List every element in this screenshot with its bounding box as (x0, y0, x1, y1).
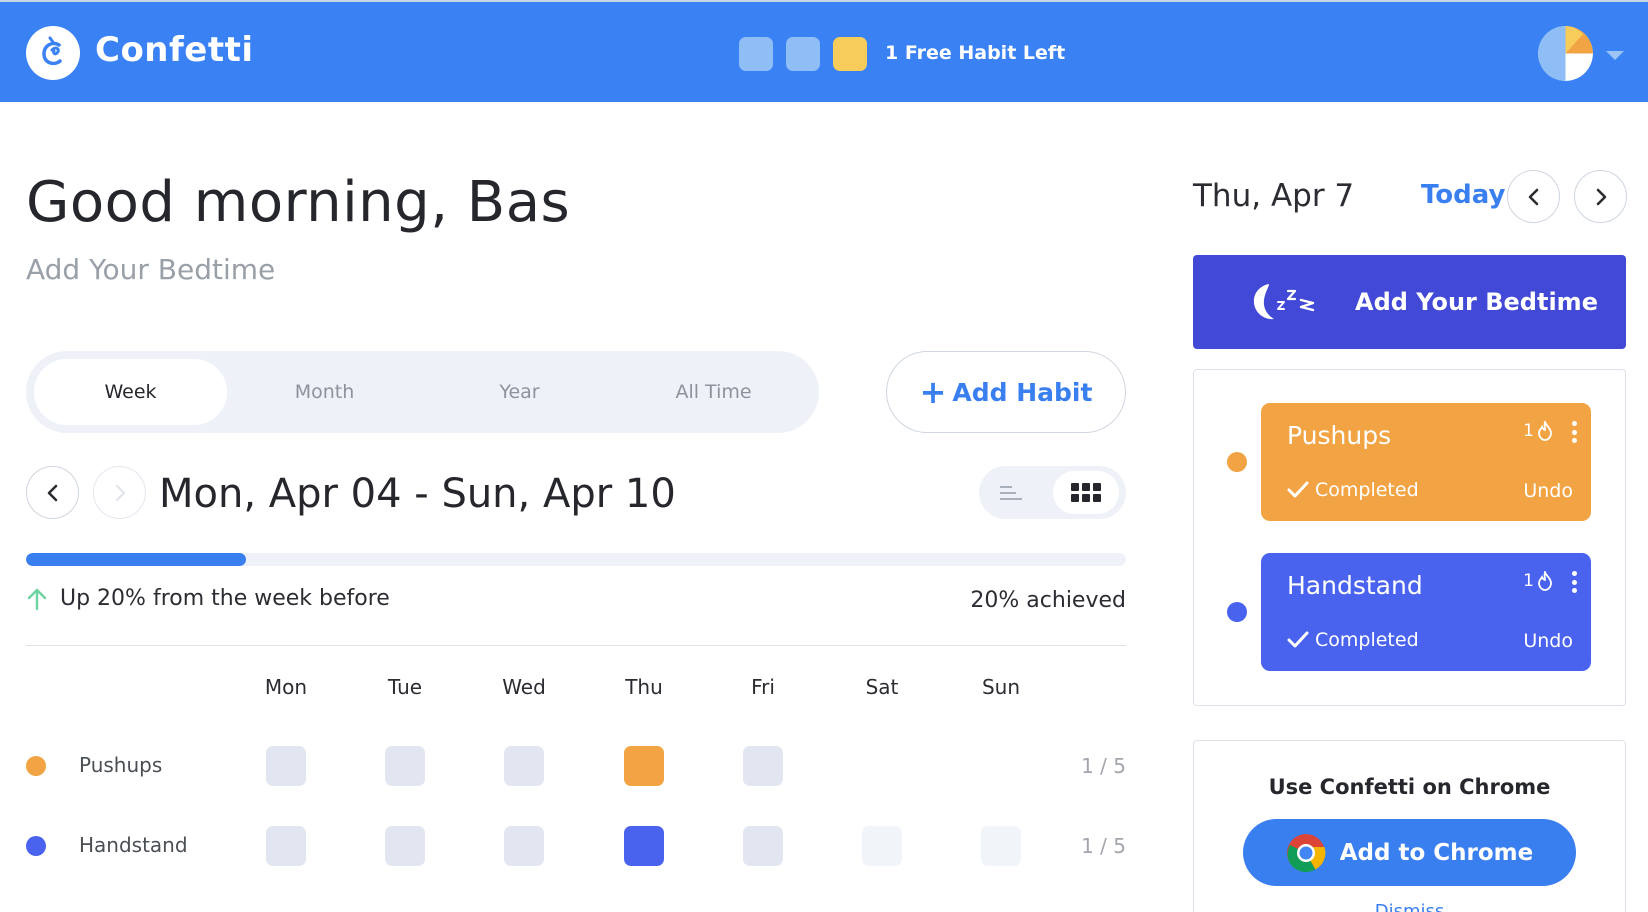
free-habits-remaining[interactable]: 1 Free Habit Left (885, 42, 1065, 64)
habit-card[interactable]: Handstand 1 Completed Undo (1261, 553, 1591, 671)
view-toggle (979, 466, 1126, 519)
habit-color-dot (1227, 602, 1247, 622)
plus-icon: + (919, 373, 947, 411)
today-habits-panel: Pushups 1 Completed Undo Handstand 1 Completed… (1193, 369, 1626, 706)
tab-month[interactable]: Month (228, 359, 421, 425)
streak-count: 1 (1523, 421, 1534, 441)
flame-icon (1538, 421, 1552, 441)
habit-color-dot (26, 756, 46, 776)
streak-count: 1 (1523, 571, 1534, 591)
habit-day-cell[interactable] (624, 826, 664, 866)
habit-color-dot (1227, 452, 1247, 472)
chrome-extension-promo: Use Confetti on Chrome Add to Chrome Dis… (1193, 740, 1626, 912)
brand-name[interactable]: Confetti (95, 30, 254, 70)
habit-day-cell[interactable] (504, 826, 544, 866)
status-label: Completed (1315, 479, 1419, 501)
chevron-right-icon (1596, 188, 1606, 205)
dismiss-link[interactable]: Dismiss (1194, 901, 1625, 912)
add-habit-label: Add Habit (952, 377, 1093, 407)
user-avatar-icon[interactable] (1538, 26, 1593, 81)
habit-slot-free (833, 37, 867, 71)
next-week-button[interactable] (93, 466, 146, 519)
period-tabs: Week Month Year All Time (26, 351, 819, 433)
day-header-tue: Tue (387, 675, 423, 699)
checkmark-icon (1287, 631, 1309, 648)
flame-icon (1538, 571, 1552, 591)
habit-day-cell[interactable] (624, 746, 664, 786)
habit-day-cell[interactable] (504, 746, 544, 786)
chevron-left-icon (47, 484, 57, 501)
habit-completion-count: 1 / 5 (1081, 834, 1126, 858)
weekly-progress-bar (26, 553, 1126, 566)
achieved-percentage: 20% achieved (970, 588, 1126, 613)
habit-day-cell[interactable] (385, 826, 425, 866)
habit-color-dot (26, 836, 46, 856)
habit-streak: 1 (1523, 571, 1553, 591)
day-header-fri: Fri (751, 675, 775, 699)
status-label: Completed (1315, 629, 1419, 651)
habit-completion-count: 1 / 5 (1081, 754, 1126, 778)
add-to-chrome-label: Add to Chrome (1339, 839, 1534, 866)
habit-status: Completed (1287, 629, 1419, 651)
habit-day-cell[interactable] (385, 746, 425, 786)
list-view-icon[interactable] (995, 478, 1025, 508)
habit-day-cell (981, 746, 1021, 786)
day-header-wed: Wed (502, 675, 546, 699)
confetti-logo-icon[interactable] (26, 26, 80, 80)
trend-text: Up 20% from the week before (60, 586, 390, 611)
tab-week[interactable]: Week (34, 359, 227, 425)
trend-indicator: Up 20% from the week before (26, 586, 390, 611)
tab-year[interactable]: Year (423, 359, 616, 425)
day-header-thu: Thu (625, 675, 663, 699)
habit-slot-used (739, 37, 773, 71)
chevron-right-icon (115, 484, 125, 501)
chevron-down-icon[interactable] (1606, 51, 1624, 60)
undo-button[interactable]: Undo (1523, 480, 1573, 502)
chrome-logo-icon (1286, 833, 1326, 872)
habit-row-name[interactable]: Pushups (79, 753, 162, 777)
day-header-sun: Sun (981, 675, 1021, 699)
more-options-icon[interactable] (1571, 421, 1577, 443)
add-habit-button[interactable]: + Add Habit (886, 351, 1126, 433)
week-range-label: Mon, Apr 04 - Sun, Apr 10 (159, 471, 676, 517)
top-navigation-bar: Confetti 1 Free Habit Left (0, 0, 1648, 102)
day-header-mon: Mon (264, 675, 308, 699)
habit-day-cell[interactable] (266, 746, 306, 786)
previous-week-button[interactable] (26, 466, 79, 519)
add-bedtime-subtitle[interactable]: Add Your Bedtime (26, 253, 275, 286)
habit-day-cell (862, 746, 902, 786)
chrome-promo-title: Use Confetti on Chrome (1268, 775, 1551, 799)
add-bedtime-label: Add Your Bedtime (1355, 288, 1598, 316)
habit-card-name: Pushups (1287, 421, 1392, 450)
habit-day-cell[interactable] (743, 826, 783, 866)
checkmark-icon (1287, 481, 1309, 498)
habit-status: Completed (1287, 479, 1419, 501)
moon-sleep-icon (1253, 284, 1315, 320)
page-title: Good morning, Bas (26, 170, 571, 235)
habit-day-cell[interactable] (862, 826, 902, 866)
arrow-up-icon (27, 588, 47, 610)
chevron-left-icon (1528, 188, 1538, 205)
divider (26, 645, 1126, 646)
day-header-sat: Sat (865, 675, 899, 699)
add-bedtime-banner[interactable]: Add Your Bedtime (1193, 255, 1626, 349)
habit-card[interactable]: Pushups 1 Completed Undo (1261, 403, 1591, 521)
selected-date: Thu, Apr 7 (1193, 178, 1355, 214)
habit-day-cell[interactable] (266, 826, 306, 866)
grid-view-icon[interactable] (1053, 471, 1119, 514)
habit-row-name[interactable]: Handstand (79, 833, 188, 857)
habit-day-cell[interactable] (981, 826, 1021, 866)
weekly-progress-fill (26, 553, 246, 566)
habit-slot-used (786, 37, 820, 71)
undo-button[interactable]: Undo (1523, 630, 1573, 652)
next-day-button[interactable] (1574, 170, 1627, 223)
previous-day-button[interactable] (1507, 170, 1560, 223)
habit-card-name: Handstand (1287, 571, 1423, 600)
add-to-chrome-button[interactable]: Add to Chrome (1243, 819, 1576, 886)
habit-streak: 1 (1523, 421, 1553, 441)
more-options-icon[interactable] (1571, 571, 1577, 593)
today-button[interactable]: Today (1421, 180, 1505, 210)
tab-all-time[interactable]: All Time (617, 359, 810, 425)
habit-day-cell[interactable] (743, 746, 783, 786)
